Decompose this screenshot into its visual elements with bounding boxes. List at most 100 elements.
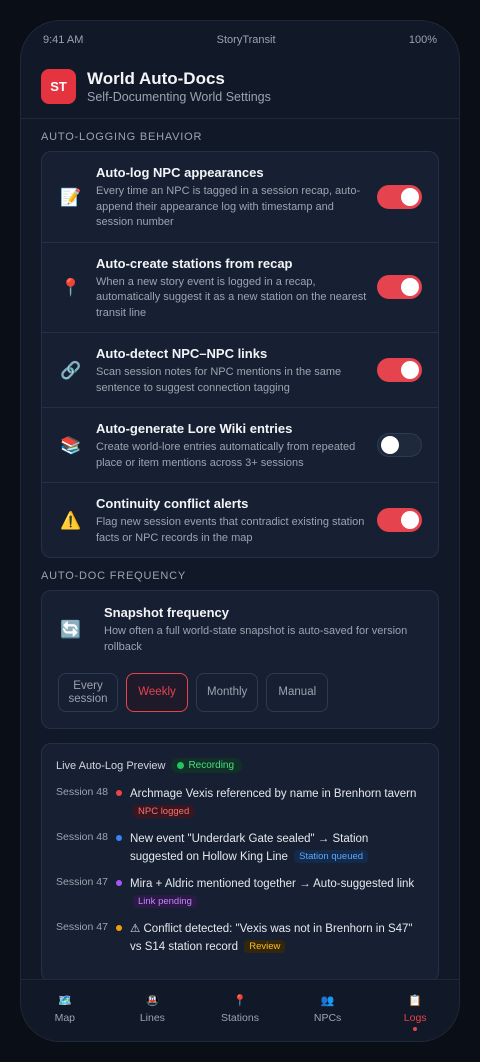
- bottom-tab-bar: 🗺️ Map 🚇 Lines 📍 Stations 👥 NPCs 📋 Logs: [21, 979, 459, 1041]
- toggle-knob: [381, 436, 399, 454]
- link-icon: 🔗: [60, 361, 82, 380]
- log-text: Archmage Vexis referenced by name in Bre…: [130, 785, 424, 821]
- log-session: Session 47: [56, 876, 108, 888]
- status-battery: 100%: [408, 34, 437, 46]
- log-text: ⚠ Conflict detected: "Vexis was not in B…: [130, 920, 424, 956]
- tab-lines[interactable]: 🚇 Lines: [109, 980, 197, 1041]
- frequency-option-button[interactable]: Every session: [58, 673, 118, 712]
- books-icon: 📚: [60, 436, 82, 455]
- log-session: Session 47: [56, 921, 108, 933]
- toggle-knob: [401, 278, 419, 297]
- frequency-desc: How often a full world-state snapshot is…: [104, 625, 408, 653]
- log-item: Session 47 Mira + Aldric mentioned togeth…: [56, 875, 424, 911]
- setting-row: 📚 Auto-generate Lore Wiki entries Create w…: [42, 408, 438, 483]
- app-logo: ST: [41, 69, 76, 104]
- people-icon: 👥: [320, 995, 335, 1007]
- tab-label: Stations: [221, 1012, 259, 1024]
- log-item: Session 47 ⚠ Conflict detected: "Vexis wa…: [56, 920, 424, 956]
- status-time: 9:41 AM: [43, 34, 84, 46]
- preview-title: Live Auto-Log Preview: [56, 759, 166, 772]
- tab-label: Map: [54, 1012, 76, 1024]
- setting-title: Auto-create stations from recap: [96, 255, 293, 271]
- recording-badge: Recording: [171, 758, 243, 773]
- active-tab-indicator: [413, 1027, 418, 1031]
- log-dot-icon: [116, 925, 122, 931]
- setting-toggle[interactable]: [377, 184, 422, 209]
- tab-label: NPCs: [313, 1012, 342, 1024]
- phone-frame: 9:41 AM StoryTransit 100% ST World Auto-…: [20, 20, 460, 1042]
- setting-title: Auto-generate Lore Wiki entries: [96, 421, 293, 436]
- frequency-card: 🔄 Snapshot frequency How often a full wo…: [41, 590, 439, 729]
- status-carrier: StoryTransit: [216, 34, 276, 46]
- memo-icon: 📝: [60, 187, 82, 207]
- settings-content: AUTO-LOGGING BEHAVIOR 📝 Auto-log NPC appe…: [21, 131, 459, 982]
- setting-text: Auto-generate Lore Wiki entries Create wo…: [96, 421, 420, 471]
- setting-description: Flag new session events that contradict …: [96, 516, 365, 544]
- setting-description: Scan session notes for NPC mentions in t…: [96, 366, 342, 394]
- log-session: Session 48: [56, 786, 108, 798]
- frequency-section-label: AUTO-DOC FREQUENCY: [41, 570, 186, 582]
- warning-icon: ⚠️: [60, 511, 82, 530]
- pin-icon: 📍: [60, 278, 82, 298]
- log-status-badge: Link pending: [133, 895, 197, 908]
- tab-logs[interactable]: 📋 Logs: [371, 980, 459, 1041]
- page-subtitle: Self-Documenting World Settings: [87, 90, 271, 104]
- frequency-title: Snapshot frequency: [104, 605, 229, 620]
- log-text: Mira + Aldric mentioned together → Auto-…: [130, 875, 424, 911]
- page-title: World Auto-Docs: [87, 69, 225, 88]
- auto-logging-card: 📝 Auto-log NPC appearances Every time an N…: [41, 151, 439, 558]
- toggle-knob: [401, 511, 419, 529]
- toggle-knob: [401, 187, 419, 206]
- frequency-option-button[interactable]: Weekly: [126, 673, 188, 712]
- tab-stations[interactable]: 📍 Stations: [196, 980, 284, 1041]
- setting-text: Auto-create stations from recap When a ne…: [96, 256, 420, 322]
- log-session: Session 48: [56, 831, 108, 843]
- metro-icon: 🚇: [145, 995, 160, 1007]
- log-status-badge: Review: [244, 940, 286, 953]
- log-item: Session 48 New event "Underdark Gate seal…: [56, 830, 424, 866]
- auto-logging-section-label: AUTO-LOGGING BEHAVIOR: [41, 131, 203, 143]
- map-icon: 🗺️: [57, 995, 72, 1007]
- setting-toggle[interactable]: [377, 358, 422, 382]
- live-preview-card: Live Auto-Log Preview Recording Session …: [41, 743, 439, 982]
- setting-row: 🔗 Auto-detect NPC–NPC links Scan session n…: [42, 333, 438, 408]
- setting-description: Create world-lore entries automatically …: [96, 441, 356, 469]
- log-message: Mira + Aldric mentioned together → Auto-…: [130, 878, 415, 890]
- setting-description: When a new story event is logged in a re…: [96, 275, 367, 319]
- frequency-options: Every session Weekly Monthly Manual: [58, 673, 422, 712]
- log-text: New event "Underdark Gate sealed" → Stat…: [130, 830, 424, 866]
- setting-toggle[interactable]: [377, 508, 422, 532]
- tab-label: Lines: [139, 1012, 165, 1024]
- setting-toggle[interactable]: [377, 433, 422, 457]
- frequency-option-button[interactable]: Manual: [266, 673, 329, 712]
- setting-row: ⚠️ Continuity conflict alerts Flag new ses…: [42, 483, 438, 557]
- setting-text: Auto-detect NPC–NPC links Scan session no…: [96, 346, 420, 396]
- setting-row: 📍 Auto-create stations from recap When a n…: [42, 243, 438, 333]
- tab-label: Logs: [403, 1012, 427, 1024]
- setting-text: Continuity conflict alerts Flag new sessi…: [96, 496, 420, 546]
- app-header: ST World Auto-Docs Self-Documenting Worl…: [21, 59, 459, 119]
- log-item: Session 48 Archmage Vexis referenced by n…: [56, 785, 424, 821]
- setting-description: Every time an NPC is tagged in a session…: [96, 185, 361, 228]
- log-status-badge: NPC logged: [133, 805, 195, 818]
- recording-label: Recording: [188, 760, 235, 771]
- log-list: Session 48 Archmage Vexis referenced by n…: [56, 785, 424, 956]
- setting-title: Auto-log NPC appearances: [96, 165, 264, 180]
- tab-npcs[interactable]: 👥 NPCs: [284, 980, 372, 1041]
- status-bar: 9:41 AM StoryTransit 100%: [21, 21, 459, 59]
- setting-toggle[interactable]: [377, 275, 422, 300]
- log-dot-icon: [116, 790, 122, 796]
- setting-text: Auto-log NPC appearances Every time an NP…: [96, 165, 420, 231]
- frequency-option-button[interactable]: Monthly: [196, 673, 259, 712]
- recording-dot-icon: [177, 762, 185, 769]
- log-dot-icon: [116, 880, 122, 886]
- clipboard-icon: 📋: [408, 995, 423, 1007]
- log-status-badge: Station queued: [294, 850, 369, 863]
- setting-title: Auto-detect NPC–NPC links: [96, 346, 268, 361]
- pin-icon: 📍: [233, 995, 247, 1007]
- refresh-icon: 🔄: [60, 620, 82, 639]
- log-dot-icon: [116, 835, 122, 841]
- tab-map[interactable]: 🗺️ Map: [21, 980, 109, 1041]
- log-message: Archmage Vexis referenced by name in Bre…: [130, 788, 417, 800]
- toggle-knob: [401, 361, 419, 379]
